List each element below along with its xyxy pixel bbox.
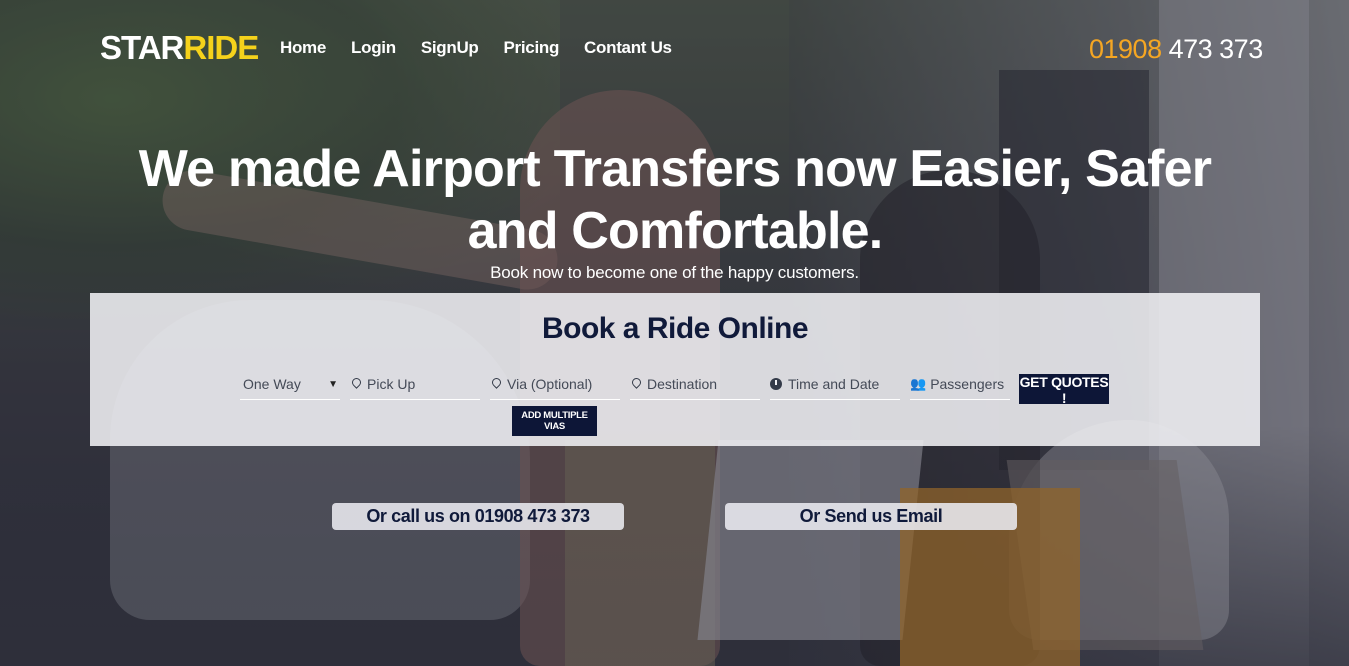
map-pin-icon bbox=[630, 376, 643, 389]
time-placeholder: Time and Date bbox=[788, 376, 880, 392]
logo[interactable]: STARRIDE bbox=[100, 28, 259, 68]
passengers-placeholder: Passengers bbox=[930, 376, 1005, 392]
header-phone[interactable]: 01908 473 373 bbox=[1089, 32, 1263, 66]
time-date-input[interactable]: Time and Date bbox=[770, 369, 900, 400]
phone-number: 473 373 bbox=[1168, 34, 1264, 64]
get-quotes-button[interactable]: GET QUOTES ! bbox=[1019, 374, 1109, 406]
add-multiple-vias-button[interactable]: ADD MULTIPLE VIAS bbox=[512, 406, 597, 436]
users-icon: 👥 bbox=[910, 376, 927, 391]
nav-contact[interactable]: Contant Us bbox=[584, 36, 672, 60]
trip-type-value: One Way bbox=[243, 376, 301, 392]
map-pin-icon bbox=[350, 376, 363, 389]
caret-down-icon: ▼ bbox=[328, 378, 338, 390]
nav-home[interactable]: Home bbox=[280, 36, 326, 60]
site-header: STARRIDE Home Login SignUp Pricing Conta… bbox=[0, 0, 1349, 100]
destination-input[interactable]: Destination bbox=[630, 369, 760, 400]
booking-title: Book a Ride Online bbox=[541, 312, 809, 345]
nav-pricing[interactable]: Pricing bbox=[504, 36, 560, 60]
passengers-input[interactable]: 👥 Passengers bbox=[910, 369, 1010, 400]
destination-placeholder: Destination bbox=[647, 376, 718, 392]
send-email-button[interactable]: Or Send us Email bbox=[725, 503, 1017, 530]
hero-subtitle: Book now to become one of the happy cust… bbox=[490, 263, 859, 282]
logo-text-ride: RIDE bbox=[183, 29, 259, 66]
logo-text-star: STAR bbox=[100, 29, 184, 66]
pickup-placeholder: Pick Up bbox=[367, 376, 416, 392]
trip-type-select[interactable]: One Way ▼ bbox=[240, 369, 340, 400]
call-us-button[interactable]: Or call us on 01908 473 373 bbox=[332, 503, 624, 530]
map-pin-icon bbox=[490, 376, 503, 389]
via-input[interactable]: Via (Optional) bbox=[490, 369, 620, 400]
via-placeholder: Via (Optional) bbox=[507, 376, 593, 392]
clock-icon bbox=[770, 378, 782, 390]
booking-panel: Book a Ride Online One Way ▼ Pick Up Via… bbox=[90, 293, 1260, 446]
phone-code: 01908 bbox=[1089, 34, 1162, 64]
pickup-input[interactable]: Pick Up bbox=[350, 369, 480, 400]
hero-title: We made Airport Transfers now Easier, Sa… bbox=[138, 140, 1212, 260]
nav-signup[interactable]: SignUp bbox=[421, 36, 479, 60]
main-nav: Home Login SignUp Pricing Contant Us bbox=[280, 36, 697, 60]
nav-login[interactable]: Login bbox=[351, 36, 396, 60]
